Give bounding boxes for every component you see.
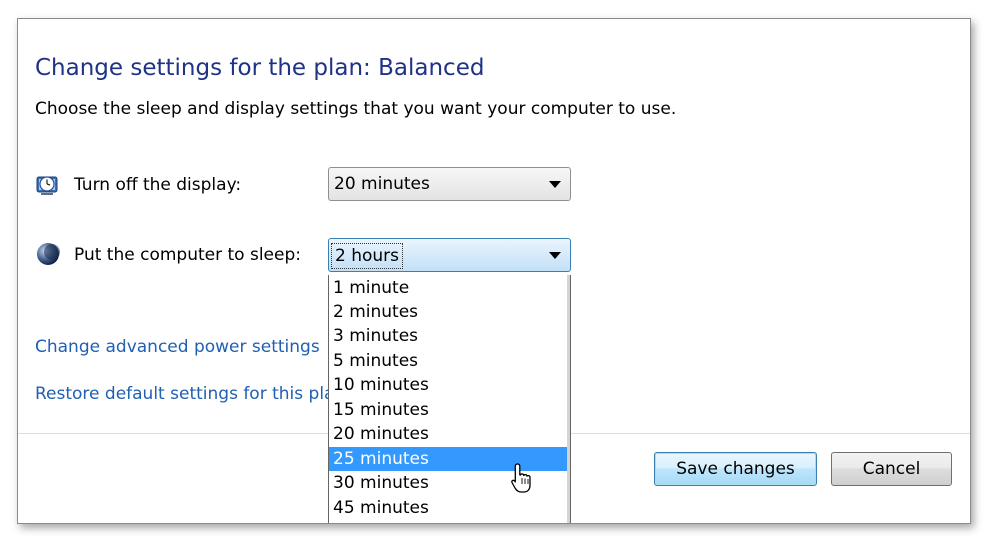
chevron-down-icon xyxy=(549,252,561,259)
dropdown-option[interactable]: 1 minute xyxy=(329,276,567,300)
dropdown-option[interactable]: 10 minutes xyxy=(329,373,567,397)
sleep-timeout-select[interactable]: 2 hours xyxy=(328,238,571,272)
page-title: Change settings for the plan: Balanced xyxy=(35,55,485,81)
sleep-timeout-dropdown-list[interactable]: 1 minute 2 minutes 3 minutes 5 minutes 1… xyxy=(328,275,571,523)
dropdown-scrollbar[interactable] xyxy=(567,275,570,523)
page-subtitle: Choose the sleep and display settings th… xyxy=(35,99,677,119)
restore-defaults-link[interactable]: Restore default settings for this pla xyxy=(35,384,334,404)
display-setting-label: Turn off the display: xyxy=(74,175,242,195)
power-plan-window: Change settings for the plan: Balanced C… xyxy=(17,18,971,524)
save-changes-button[interactable]: Save changes xyxy=(654,452,817,486)
dropdown-option[interactable]: 20 minutes xyxy=(329,422,567,446)
dropdown-option[interactable]: 3 minutes xyxy=(329,324,567,348)
display-timeout-select[interactable]: 20 minutes xyxy=(328,167,571,201)
sleep-setting-label: Put the computer to sleep: xyxy=(74,245,301,265)
sleep-timeout-value: 2 hours xyxy=(331,243,404,269)
dropdown-option[interactable]: 15 minutes xyxy=(329,398,567,422)
mouse-pointer-icon xyxy=(511,463,531,493)
advanced-power-settings-link[interactable]: Change advanced power settings xyxy=(35,337,320,357)
dropdown-option[interactable]: 5 minutes xyxy=(329,349,567,373)
display-timeout-value: 20 minutes xyxy=(334,174,430,194)
monitor-clock-icon xyxy=(36,176,58,195)
cancel-button[interactable]: Cancel xyxy=(831,452,952,486)
moon-sleep-icon xyxy=(37,243,60,265)
chevron-down-icon xyxy=(549,181,561,188)
dropdown-option[interactable]: 2 minutes xyxy=(329,300,567,324)
dropdown-option[interactable]: 45 minutes xyxy=(329,496,567,520)
